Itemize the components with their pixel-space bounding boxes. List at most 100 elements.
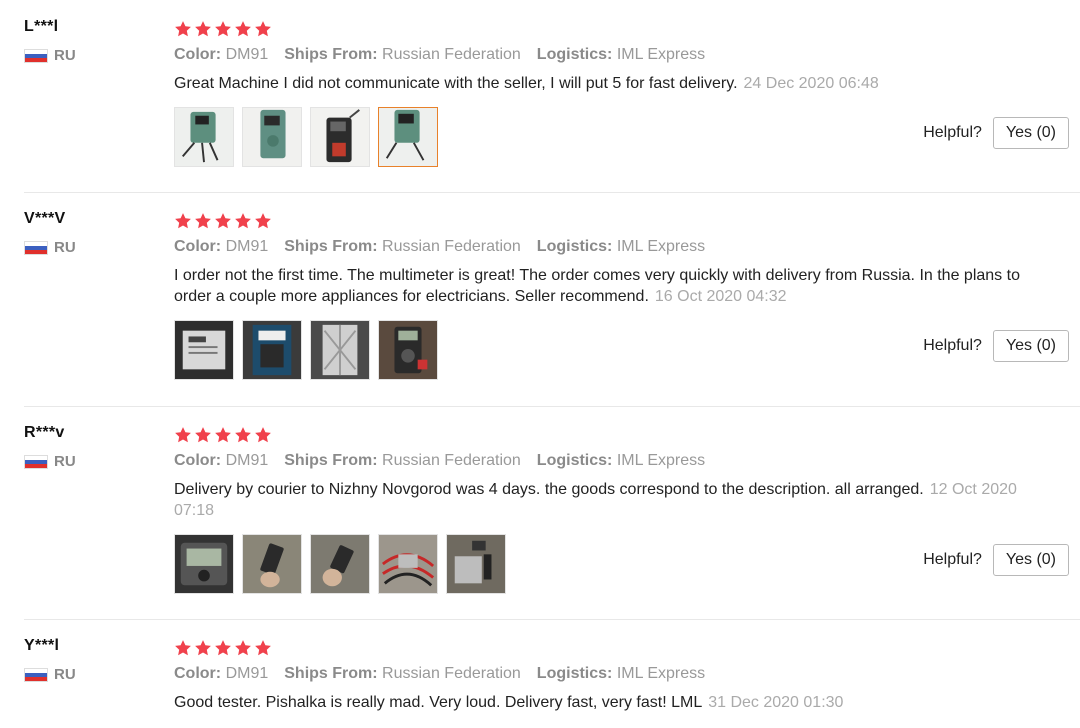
review-photo[interactable] xyxy=(242,107,302,167)
review-photo[interactable] xyxy=(310,534,370,594)
review-photo[interactable] xyxy=(174,107,234,167)
helpful-yes-button[interactable]: Yes (0) xyxy=(992,544,1069,576)
star-icon xyxy=(215,427,231,443)
review-text: Delivery by courier to Nizhny Novgorod w… xyxy=(174,481,1017,519)
star-icon xyxy=(175,21,191,37)
reviewer-info: L***l RU xyxy=(24,18,76,64)
review-text: I order not the first time. The multimet… xyxy=(174,267,1020,305)
attr-color: Color: DM91 xyxy=(174,665,269,682)
russia-flag-icon xyxy=(24,48,48,63)
attr-ships-from: Ships From: Russian Federation xyxy=(284,46,521,63)
helpful-section: Helpful? Yes (0) xyxy=(923,330,1069,362)
reviewer-name: V***V xyxy=(24,210,66,227)
reviewer-name: Y***l xyxy=(24,637,60,654)
reviewer-name: L***l xyxy=(24,18,59,35)
review-photo[interactable] xyxy=(378,320,438,380)
russia-flag-icon xyxy=(24,454,48,469)
star-icon xyxy=(195,427,211,443)
reviewer-info: R***v RU xyxy=(24,424,76,470)
rating-stars xyxy=(174,424,1034,446)
star-icon xyxy=(235,213,251,229)
review-attributes: Color: DM91 Ships From: Russian Federati… xyxy=(174,452,1034,470)
attr-logistics: Logistics: IML Express xyxy=(536,46,706,63)
review-photos xyxy=(174,320,1034,380)
review-attributes: Color: DM91 Ships From: Russian Federati… xyxy=(174,238,1034,256)
attr-logistics: Logistics: IML Express xyxy=(536,452,706,469)
star-icon xyxy=(175,427,191,443)
review-photo[interactable] xyxy=(174,320,234,380)
helpful-label: Helpful? xyxy=(923,337,982,354)
review-photos xyxy=(174,534,1034,594)
star-icon xyxy=(235,427,251,443)
helpful-yes-button[interactable]: Yes (0) xyxy=(992,117,1069,149)
review-photo[interactable] xyxy=(446,534,506,594)
helpful-label: Helpful? xyxy=(923,124,982,141)
attr-color: Color: DM91 xyxy=(174,452,269,469)
review-photos xyxy=(174,107,1034,167)
review-content: Color: DM91 Ships From: Russian Federati… xyxy=(174,210,1034,380)
star-icon xyxy=(215,640,231,656)
helpful-yes-button[interactable]: Yes (0) xyxy=(992,330,1069,362)
country-code: RU xyxy=(54,666,76,683)
review-attributes: Color: DM91 Ships From: Russian Federati… xyxy=(174,46,1034,64)
review-photo[interactable] xyxy=(242,534,302,594)
review-content: Color: DM91 Ships From: Russian Federati… xyxy=(174,18,1034,167)
reviewer-info: V***V RU xyxy=(24,210,76,256)
attr-logistics: Logistics: IML Express xyxy=(536,665,706,682)
attr-ships-from: Ships From: Russian Federation xyxy=(284,665,521,682)
reviewer-name: R***v xyxy=(24,424,65,441)
country-code: RU xyxy=(54,453,76,470)
attr-logistics: Logistics: IML Express xyxy=(536,238,706,255)
reviewer-country: RU xyxy=(24,47,76,64)
star-icon xyxy=(195,213,211,229)
reviewer-info: Y***l RU xyxy=(24,637,76,683)
attr-ships-from: Ships From: Russian Federation xyxy=(284,452,521,469)
star-icon xyxy=(255,427,271,443)
helpful-section: Helpful? Yes (0) xyxy=(923,117,1069,149)
review-content: Color: DM91 Ships From: Russian Federati… xyxy=(174,637,1034,713)
review-attributes: Color: DM91 Ships From: Russian Federati… xyxy=(174,665,1034,683)
review-photo[interactable] xyxy=(242,320,302,380)
reviewer-country: RU xyxy=(24,453,76,470)
review-date: 24 Dec 2020 06:48 xyxy=(743,75,879,92)
russia-flag-icon xyxy=(24,240,48,255)
review-date: 31 Dec 2020 01:30 xyxy=(708,694,844,711)
star-icon xyxy=(175,640,191,656)
russia-flag-icon xyxy=(24,667,48,682)
reviewer-country: RU xyxy=(24,666,76,683)
rating-stars xyxy=(174,210,1034,232)
rating-stars xyxy=(174,18,1034,40)
review-item: Y***l RU Color: DM91 Ships From: Russian… xyxy=(0,619,1080,728)
attr-color: Color: DM91 xyxy=(174,238,269,255)
rating-stars xyxy=(174,637,1034,659)
review-text: Good tester. Pishalka is really mad. Ver… xyxy=(174,694,844,711)
star-icon xyxy=(255,213,271,229)
review-photo[interactable] xyxy=(174,534,234,594)
country-code: RU xyxy=(54,239,76,256)
star-icon xyxy=(235,21,251,37)
attr-ships-from: Ships From: Russian Federation xyxy=(284,238,521,255)
review-photo-selected[interactable] xyxy=(378,107,438,167)
country-code: RU xyxy=(54,47,76,64)
review-photo[interactable] xyxy=(310,107,370,167)
review-content: Color: DM91 Ships From: Russian Federati… xyxy=(174,424,1034,594)
star-icon xyxy=(235,640,251,656)
reviewer-country: RU xyxy=(24,239,76,256)
helpful-section: Helpful? Yes (0) xyxy=(923,544,1069,576)
star-icon xyxy=(175,213,191,229)
star-icon xyxy=(195,640,211,656)
star-icon xyxy=(255,21,271,37)
review-item: L***l RU Color: DM91 Ships From: Russian… xyxy=(0,0,1080,192)
review-photo[interactable] xyxy=(310,320,370,380)
attr-color: Color: DM91 xyxy=(174,46,269,63)
review-date: 16 Oct 2020 04:32 xyxy=(654,288,787,305)
star-icon xyxy=(195,21,211,37)
star-icon xyxy=(255,640,271,656)
review-item: V***V RU Color: DM91 Ships From: Russian… xyxy=(0,192,1080,406)
review-photo[interactable] xyxy=(378,534,438,594)
review-text: Great Machine I did not communicate with… xyxy=(174,75,879,92)
helpful-label: Helpful? xyxy=(923,551,982,568)
review-item: R***v RU Color: DM91 Ships From: Russian… xyxy=(0,406,1080,620)
star-icon xyxy=(215,21,231,37)
star-icon xyxy=(215,213,231,229)
